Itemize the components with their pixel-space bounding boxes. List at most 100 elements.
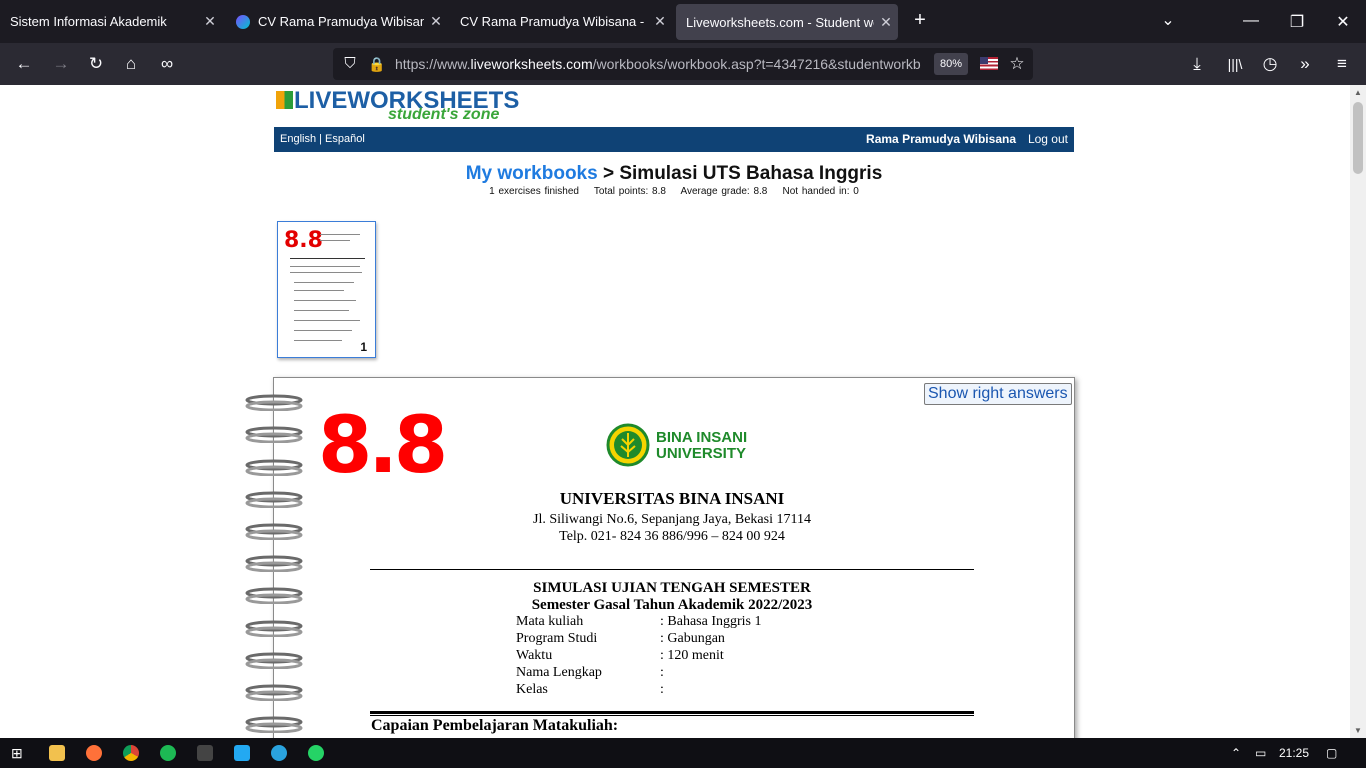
spiral-ring — [245, 459, 303, 476]
download-icon[interactable]: ⤓ — [1186, 53, 1208, 75]
field-value-program: : Gabungan — [660, 631, 725, 646]
tab-bar: Sistem Informasi Akademik ✕ CV Rama Pram… — [0, 0, 1366, 43]
header-divider — [370, 569, 974, 570]
notification-icon[interactable]: ▢ — [1326, 746, 1337, 760]
tab-label: Liveworksheets.com - Student work — [686, 14, 874, 30]
spiral-ring — [245, 491, 303, 508]
spiral-ring — [245, 523, 303, 540]
my-workbooks-link[interactable]: My workbooks — [466, 163, 598, 184]
thumbnail-line — [320, 234, 360, 235]
url-text[interactable]: https://www.liveworksheets.com/workbooks… — [395, 56, 925, 72]
workbook-stats: 1 exercises finished Total points: 8.8 A… — [489, 186, 859, 197]
field-label-name: Nama Lengkap — [516, 665, 602, 680]
minimize-icon[interactable]: — — [1241, 12, 1261, 30]
logout-link[interactable]: Log out — [1028, 132, 1068, 146]
firefox-icon[interactable] — [86, 745, 102, 761]
spiral-ring — [245, 394, 303, 411]
close-icon[interactable]: ✕ — [874, 14, 898, 31]
tab-cv-2[interactable]: CV Rama Pramudya Wibisana - CV R ✕ — [450, 0, 672, 43]
tab-label: CV Rama Pramudya Wibisana - — [258, 14, 424, 29]
library-icon[interactable]: |||\ — [1224, 53, 1246, 75]
close-icon[interactable]: ✕ — [648, 13, 672, 30]
page-scrollbar[interactable]: ▲ ▼ — [1350, 85, 1366, 738]
home-icon[interactable]: ⌂ — [120, 53, 142, 75]
grade-score: 8.8 — [318, 401, 448, 491]
whatsapp-icon[interactable] — [308, 745, 324, 761]
back-icon[interactable]: ← — [13, 53, 35, 75]
terminal-icon[interactable] — [197, 745, 213, 761]
file-explorer-icon[interactable] — [49, 745, 65, 761]
us-flag-icon[interactable] — [980, 57, 998, 70]
section-heading: Capaian Pembelajaran Matakuliah: — [371, 717, 619, 734]
overflow-icon[interactable]: » — [1294, 53, 1316, 75]
tab-cv-1[interactable]: CV Rama Pramudya Wibisana - ✕ — [226, 0, 448, 43]
worksheet-thumbnail[interactable]: 8.8 1 — [277, 221, 376, 358]
window-close-icon[interactable]: ✕ — [1333, 12, 1353, 32]
close-icon[interactable]: ✕ — [424, 13, 448, 30]
thumbnail-line — [294, 320, 360, 321]
show-right-answers-button[interactable]: Show right answers — [924, 383, 1072, 405]
url-bar[interactable]: ⛉ 🔒 https://www.liveworksheets.com/workb… — [333, 48, 1033, 80]
clock[interactable]: 21:25 — [1279, 746, 1309, 760]
logo-blocks-icon — [276, 91, 293, 109]
tab-liveworksheets[interactable]: Liveworksheets.com - Student work ✕ — [676, 4, 898, 40]
forward-icon[interactable]: → — [50, 53, 72, 75]
field-label-class: Kelas — [516, 682, 548, 697]
spiral-ring — [245, 426, 303, 443]
tray-chevron-icon[interactable]: ⌃ — [1231, 746, 1241, 760]
canva-icon — [236, 14, 250, 29]
close-icon[interactable]: ✕ — [198, 13, 222, 30]
tab-label: CV Rama Pramudya Wibisana - CV R — [460, 14, 648, 29]
spiral-ring — [245, 652, 303, 669]
scroll-thumb[interactable] — [1353, 102, 1363, 174]
reload-icon[interactable]: ↻ — [85, 53, 107, 75]
bookmark-star-icon[interactable]: ☆ — [1006, 53, 1028, 75]
field-label-time: Waktu — [516, 648, 553, 663]
windows-taskbar: ⊞ ⌃ ▭ 21:25 ▢ — [0, 738, 1366, 768]
thumbnail-line — [294, 310, 349, 311]
zoom-level[interactable]: 80% — [934, 53, 968, 75]
lock-icon[interactable]: 🔒 — [366, 53, 388, 75]
navigation-bar: ← → ↻ ⌂ ∞ ⛉ 🔒 https://www.liveworksheets… — [0, 43, 1366, 85]
tab-sistem-informasi[interactable]: Sistem Informasi Akademik ✕ — [0, 0, 222, 43]
tab-label: Sistem Informasi Akademik — [10, 14, 167, 29]
scroll-up-icon[interactable]: ▲ — [1350, 88, 1366, 97]
vscode-icon[interactable] — [234, 745, 250, 761]
spiral-ring — [245, 716, 303, 733]
spiral-ring — [245, 620, 303, 637]
section-divider — [370, 711, 974, 714]
thumbnail-page-number: 1 — [360, 340, 367, 354]
tab-list-icon[interactable]: ⌄ — [1158, 10, 1178, 30]
user-name[interactable]: Rama Pramudya Wibisana — [866, 132, 1016, 146]
private-browsing-icon[interactable]: ∞ — [156, 53, 178, 75]
scroll-down-icon[interactable]: ▼ — [1350, 726, 1366, 735]
thumbnail-line — [294, 300, 356, 301]
spiral-ring — [245, 684, 303, 701]
workbook-title: > Simulasi UTS Bahasa Inggris — [597, 163, 883, 184]
thumbnail-line — [294, 340, 342, 341]
telegram-icon[interactable] — [271, 745, 287, 761]
liveworksheets-logo[interactable]: LIVEWORKSHEETS student's zone — [276, 87, 519, 123]
page-title: My workbooks > Simulasi UTS Bahasa Inggr… — [274, 163, 1074, 185]
new-tab-button[interactable]: + — [910, 9, 930, 32]
logo-subtitle: student's zone — [388, 106, 500, 123]
shield-icon[interactable]: ⛉ — [339, 53, 361, 75]
battery-icon[interactable]: ▭ — [1255, 746, 1266, 760]
spotify-icon[interactable] — [160, 745, 176, 761]
field-value-name: : — [660, 665, 664, 680]
menu-icon[interactable]: ≡ — [1331, 53, 1353, 75]
university-brand: BINA INSANI UNIVERSITY — [656, 429, 748, 462]
university-address: Jl. Siliwangi No.6, Sepanjang Jaya, Beka… — [533, 512, 811, 544]
thumbnail-line — [320, 240, 350, 241]
chrome-icon[interactable] — [123, 745, 139, 761]
page-content: LIVEWORKSHEETS student's zone English | … — [0, 85, 1350, 738]
thumbnail-line — [290, 258, 365, 259]
history-icon[interactable]: ◷ — [1259, 53, 1281, 75]
field-label-course: Mata kuliah — [516, 614, 584, 629]
exam-title: SIMULASI UJIAN TENGAH SEMESTER — [533, 580, 811, 596]
field-value-course: : Bahasa Inggris 1 — [660, 614, 762, 629]
field-value-class: : — [660, 682, 664, 697]
restore-icon[interactable]: ❐ — [1287, 12, 1307, 32]
language-links[interactable]: English | Español — [280, 133, 365, 145]
windows-start-icon[interactable]: ⊞ — [11, 745, 27, 761]
